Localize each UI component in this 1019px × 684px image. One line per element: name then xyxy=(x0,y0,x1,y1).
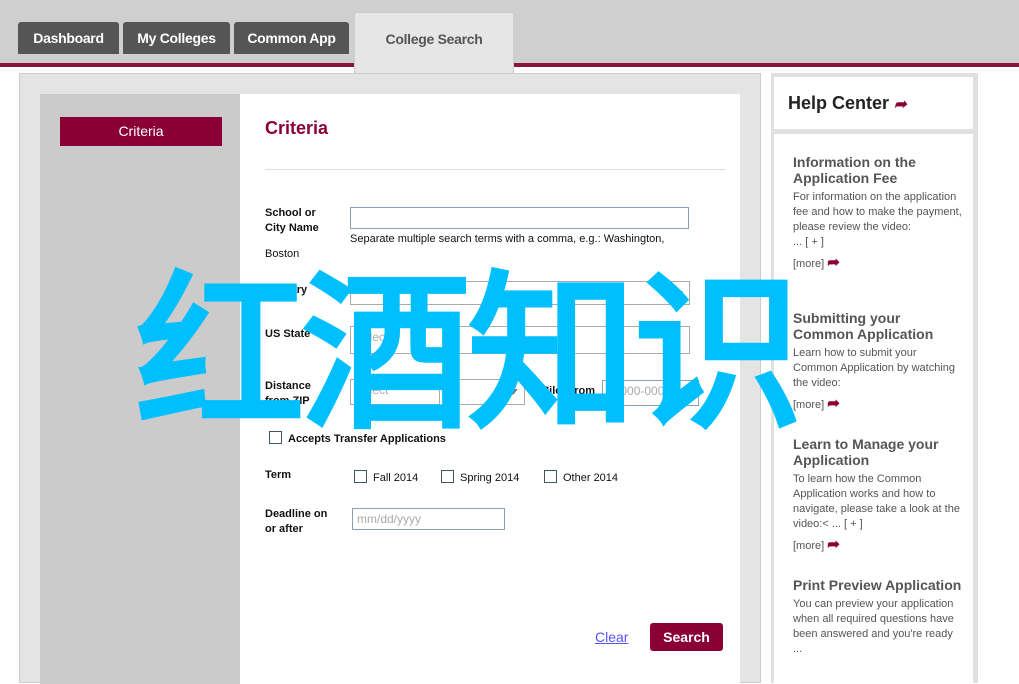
distance-unit-select[interactable] xyxy=(445,379,525,405)
clear-link[interactable]: Clear xyxy=(595,629,628,645)
state-select[interactable]: Select xyxy=(350,326,690,354)
more-link[interactable]: [more] xyxy=(793,258,824,270)
zip-label: Miles from xyxy=(540,385,596,397)
expand-link[interactable]: ... [ + ] xyxy=(793,235,963,250)
term-checkbox-fall[interactable] xyxy=(354,470,367,483)
more-link[interactable]: [more] xyxy=(793,399,824,411)
tab-my-colleges[interactable]: My Colleges xyxy=(123,22,230,54)
school-hint: Separate multiple search terms with a co… xyxy=(350,233,665,245)
page-title: Criteria xyxy=(265,118,329,138)
help-section: Submitting your Common Application Learn… xyxy=(793,310,963,412)
chevron-down-icon xyxy=(508,389,518,395)
tab-dashboard[interactable]: Dashboard xyxy=(18,22,119,54)
help-section-title: Information on the Application Fee xyxy=(793,154,916,186)
distance-label: Distance from ZIP xyxy=(265,380,311,407)
term-checkbox-spring[interactable] xyxy=(441,470,454,483)
school-input[interactable] xyxy=(350,207,689,229)
term-checkbox-other[interactable] xyxy=(544,470,557,483)
transfer-label: Accepts Transfer Applications xyxy=(288,433,446,445)
help-section-title: Submitting your Common Application xyxy=(793,310,934,342)
more-link[interactable]: [more] xyxy=(793,540,824,552)
school-hint-example: Boston xyxy=(265,248,300,260)
criteria-sidebar xyxy=(40,94,240,684)
chevron-down-icon xyxy=(673,291,683,297)
criteria-button[interactable]: Criteria xyxy=(60,117,222,146)
distance-select[interactable]: Select xyxy=(350,379,440,405)
help-section-desc: For information on the application fee a… xyxy=(793,191,962,233)
help-center-header[interactable]: Help Center ➦ xyxy=(774,77,973,129)
share-arrow-icon: ➦ xyxy=(894,96,907,113)
term-label: Term xyxy=(265,469,292,481)
zip-input[interactable]: 00000-0000 xyxy=(602,380,699,406)
tab-college-search[interactable]: College Search xyxy=(354,12,514,74)
divider xyxy=(265,169,725,170)
share-arrow-icon[interactable]: ➦ xyxy=(827,254,840,271)
help-section-title: Print Preview Application xyxy=(793,577,962,593)
term-other-label: Other 2014 xyxy=(563,472,619,484)
tab-common-app[interactable]: Common App xyxy=(234,22,349,54)
help-section-title: Learn to Manage your Application xyxy=(793,436,939,468)
help-section: Print Preview Application You can previe… xyxy=(793,577,963,657)
country-select[interactable] xyxy=(350,281,690,305)
school-label: School or City Name xyxy=(265,207,319,234)
help-section: Information on the Application Fee For i… xyxy=(793,154,963,271)
share-arrow-icon[interactable]: ➦ xyxy=(827,536,840,553)
transfer-checkbox[interactable] xyxy=(269,431,282,444)
share-arrow-icon[interactable]: ➦ xyxy=(827,395,840,412)
state-label: US State xyxy=(265,328,311,340)
help-section-desc: You can preview your application when al… xyxy=(793,598,954,655)
country-label: Country xyxy=(265,284,308,296)
deadline-input[interactable]: mm/dd/yyyy xyxy=(352,508,505,530)
help-section-desc: Learn how to submit your Common Applicat… xyxy=(793,347,956,389)
help-section-desc: To learn how the Common Application work… xyxy=(793,473,960,530)
help-center-title: Help Center xyxy=(788,93,890,113)
help-section: Learn to Manage your Application To lear… xyxy=(793,436,963,553)
search-button[interactable]: Search xyxy=(650,623,723,651)
deadline-label: Deadline on or after xyxy=(265,508,328,535)
term-fall-label: Fall 2014 xyxy=(373,472,419,484)
term-spring-label: Spring 2014 xyxy=(460,472,520,484)
